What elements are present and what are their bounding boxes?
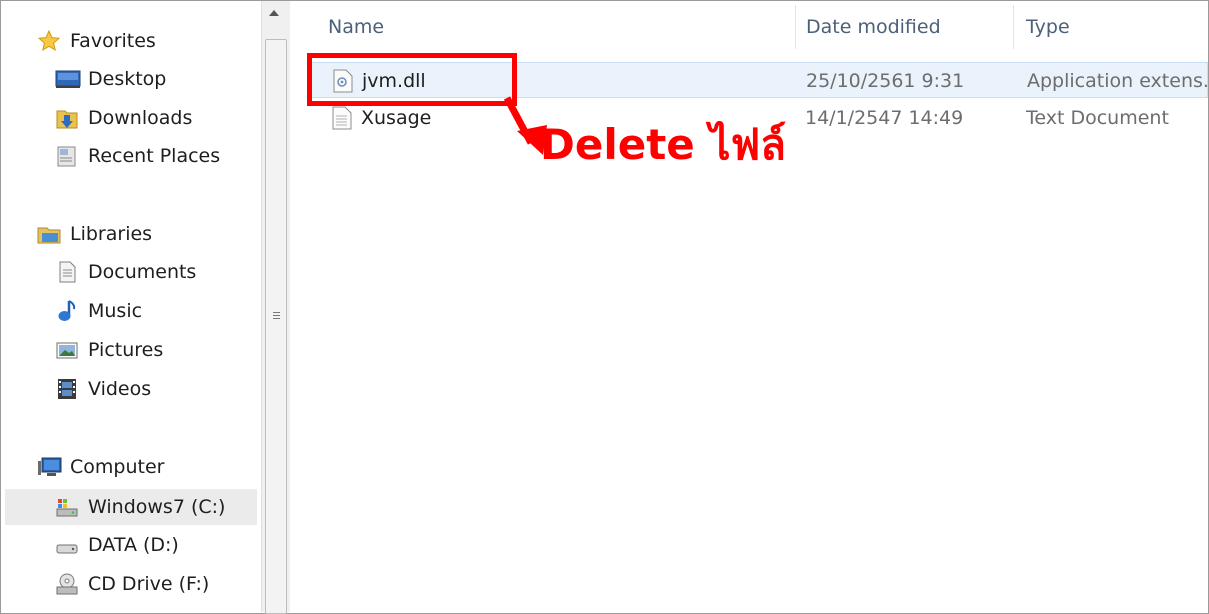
videos-icon: [55, 377, 79, 401]
scrollbar-grip-icon: [273, 312, 280, 321]
nav-item-recent-places[interactable]: Recent Places: [55, 138, 220, 174]
column-header-date-label: Date modified: [806, 16, 941, 38]
annotation-label: Delete ไฟล์: [540, 120, 787, 169]
nav-item-downloads[interactable]: Downloads: [55, 100, 192, 136]
file-date-cell: 14/1/2547 14:49: [805, 100, 963, 136]
hard-drive-icon: [55, 533, 79, 557]
column-header-name[interactable]: Name: [328, 1, 384, 53]
nav-item-label: Pictures: [88, 339, 164, 361]
column-divider[interactable]: [795, 5, 796, 49]
downloads-icon: [55, 106, 79, 130]
scrollbar-thumb[interactable]: [265, 39, 287, 614]
nav-libraries-label: Libraries: [70, 223, 153, 245]
file-type-cell: Application extens.: [1027, 63, 1209, 99]
nav-libraries[interactable]: Libraries: [37, 216, 152, 252]
nav-item-label: Recent Places: [88, 145, 221, 167]
nav-item-label: Desktop: [88, 68, 167, 90]
nav-item-label: Windows7 (C:): [88, 496, 226, 518]
navigation-scrollbar[interactable]: [261, 1, 290, 614]
annotation-highlight-box: [307, 53, 517, 106]
libraries-icon: [37, 222, 61, 246]
text-file-icon: [332, 106, 352, 130]
nav-item-label: Downloads: [88, 107, 193, 129]
nav-item-data-d[interactable]: DATA (D:): [55, 527, 179, 563]
documents-icon: [55, 260, 79, 284]
scroll-up-arrow-icon[interactable]: [269, 10, 279, 16]
computer-icon: [37, 455, 62, 479]
column-header-type-label: Type: [1026, 16, 1070, 38]
nav-item-music[interactable]: Music: [55, 293, 142, 329]
nav-item-label: CD Drive (F:): [88, 573, 210, 595]
file-type: Application extens.: [1027, 70, 1209, 92]
nav-item-videos[interactable]: Videos: [55, 371, 151, 407]
nav-item-pictures[interactable]: Pictures: [55, 332, 163, 368]
file-type-cell: Text Document: [1026, 100, 1169, 136]
navigation-pane: Favorites Desktop Downloads Recent Place…: [1, 1, 261, 612]
nav-item-label: Music: [88, 300, 143, 322]
nav-computer[interactable]: Computer: [37, 449, 164, 485]
nav-item-cd-drive-f[interactable]: CD Drive (F:): [55, 566, 209, 602]
desktop-icon: [55, 67, 81, 91]
nav-item-documents[interactable]: Documents: [55, 254, 196, 290]
pictures-icon: [55, 338, 79, 362]
star-icon: [37, 29, 61, 53]
nav-favorites[interactable]: Favorites: [37, 23, 156, 59]
nav-item-windows7-c[interactable]: Windows7 (C:): [5, 489, 257, 525]
nav-item-desktop[interactable]: Desktop: [55, 61, 166, 97]
file-date: 14/1/2547 14:49: [805, 107, 964, 129]
system-drive-icon: [55, 495, 79, 519]
nav-item-label: Videos: [88, 378, 152, 400]
file-name: Xusage: [361, 107, 432, 129]
column-header-date-modified[interactable]: Date modified: [806, 1, 941, 53]
column-header-type[interactable]: Type: [1026, 1, 1070, 53]
nav-item-label: DATA (D:): [88, 534, 179, 556]
recent-places-icon: [55, 144, 79, 168]
file-date-cell: 25/10/2561 9:31: [806, 63, 964, 99]
music-icon: [55, 299, 79, 323]
file-type: Text Document: [1026, 107, 1169, 129]
nav-computer-label: Computer: [70, 456, 165, 478]
nav-item-label: Documents: [88, 261, 197, 283]
column-divider[interactable]: [1013, 5, 1014, 49]
column-header-name-label: Name: [328, 16, 385, 38]
nav-favorites-label: Favorites: [70, 30, 156, 52]
file-date: 25/10/2561 9:31: [806, 70, 965, 92]
cd-drive-icon: [55, 572, 79, 596]
